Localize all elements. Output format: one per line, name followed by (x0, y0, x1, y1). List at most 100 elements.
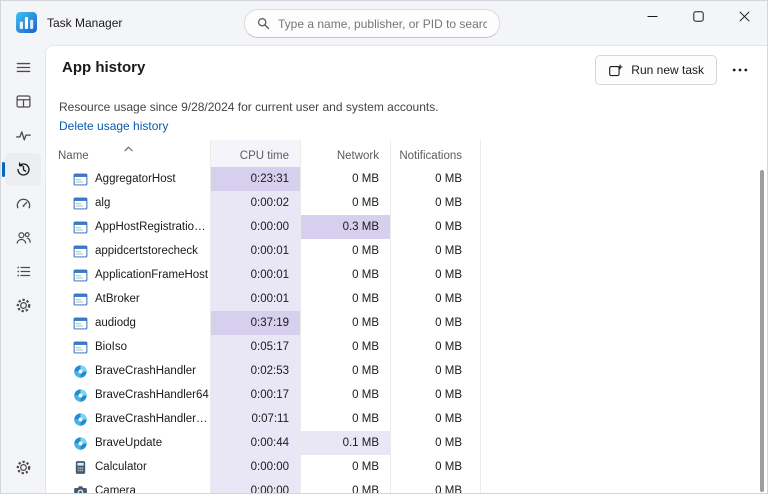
table-row[interactable]: AggregatorHost 0:23:31 0 MB 0 MB (54, 167, 767, 191)
notifications-cell: 0 MB (391, 239, 481, 263)
cpu-time-cell: 0:02:53 (211, 359, 301, 383)
brave-icon (73, 388, 88, 403)
app-history-table: Name CPU time Network Notifications Aggr… (54, 140, 767, 493)
brave-icon (73, 364, 88, 379)
app-name: BraveCrashHandlerArm… (95, 413, 210, 425)
table-row[interactable]: BraveCrashHandler 0:02:53 0 MB 0 MB (54, 359, 767, 383)
table-row[interactable]: BioIso 0:05:17 0 MB 0 MB (54, 335, 767, 359)
table-row[interactable]: BraveCrashHandlerArm… 0:07:11 0 MB 0 MB (54, 407, 767, 431)
name-cell: AppHostRegistrationVe… (54, 215, 211, 239)
brave-icon (73, 412, 88, 427)
task-manager-logo-icon (16, 12, 37, 33)
app-name: BraveUpdate (95, 437, 162, 449)
table-row[interactable]: audiodg 0:37:19 0 MB 0 MB (54, 311, 767, 335)
table-row[interactable]: ApplicationFrameHost 0:00:01 0 MB 0 MB (54, 263, 767, 287)
sidebar-item-details[interactable] (5, 255, 41, 288)
network-cell: 0 MB (301, 191, 391, 215)
app-icon (73, 220, 88, 235)
sidebar-item-performance[interactable] (5, 119, 41, 152)
sidebar-item-users[interactable] (5, 221, 41, 254)
performance-icon (15, 127, 32, 144)
titlebar: Task Manager (1, 1, 767, 45)
run-new-task-button[interactable]: Run new task (595, 55, 717, 85)
run-new-task-label: Run new task (631, 63, 704, 77)
name-cell: Calculator (54, 455, 211, 479)
ellipsis-icon (732, 68, 748, 72)
services-icon (15, 297, 32, 314)
task-manager-window: Task Manager (0, 0, 768, 494)
row-filler (481, 479, 767, 493)
navigation-menu-button[interactable] (5, 51, 41, 84)
cpu-time-cell: 0:00:01 (211, 239, 301, 263)
search-input[interactable] (278, 17, 487, 31)
table-header: Name CPU time Network Notifications (54, 140, 767, 167)
delete-usage-history-link[interactable]: Delete usage history (59, 119, 168, 133)
table-row[interactable]: Calculator 0:00:00 0 MB 0 MB (54, 455, 767, 479)
minimize-button[interactable] (629, 1, 675, 31)
column-header-notifications[interactable]: Notifications (391, 140, 481, 167)
table-row[interactable]: appidcertstorecheck 0:00:01 0 MB 0 MB (54, 239, 767, 263)
app-name: audiodg (95, 317, 136, 329)
row-filler (481, 335, 767, 359)
row-filler (481, 455, 767, 479)
sidebar-item-startup-apps[interactable] (5, 187, 41, 220)
sidebar-item-processes[interactable] (5, 85, 41, 118)
table-row[interactable]: BraveCrashHandler64 0:00:17 0 MB 0 MB (54, 383, 767, 407)
notifications-cell: 0 MB (391, 287, 481, 311)
close-button[interactable] (721, 1, 767, 31)
hamburger-menu-icon (15, 59, 32, 76)
notifications-cell: 0 MB (391, 191, 481, 215)
vertical-scrollbar[interactable] (760, 170, 764, 492)
network-cell: 0 MB (301, 479, 391, 493)
app-name: BioIso (95, 341, 127, 353)
network-cell: 0.3 MB (301, 215, 391, 239)
table-row[interactable]: AtBroker 0:00:01 0 MB 0 MB (54, 287, 767, 311)
cpu-time-cell: 0:00:01 (211, 287, 301, 311)
column-header-network[interactable]: Network (301, 140, 391, 167)
table-row[interactable]: Camera 0:00:00 0 MB 0 MB (54, 479, 767, 493)
notifications-cell: 0 MB (391, 263, 481, 287)
maximize-button[interactable] (675, 1, 721, 31)
column-header-cpu-time[interactable]: CPU time (211, 140, 301, 167)
cpu-time-cell: 0:05:17 (211, 335, 301, 359)
more-options-button[interactable] (723, 55, 757, 85)
network-cell: 0 MB (301, 239, 391, 263)
name-cell: AggregatorHost (54, 167, 211, 191)
notifications-cell: 0 MB (391, 431, 481, 455)
table-row[interactable]: AppHostRegistrationVe… 0:00:00 0.3 MB 0 … (54, 215, 767, 239)
app-icon (73, 268, 88, 283)
row-filler (481, 167, 767, 191)
name-cell: appidcertstorecheck (54, 239, 211, 263)
network-cell: 0 MB (301, 407, 391, 431)
app-icon (73, 244, 88, 259)
app-icon (73, 172, 88, 187)
sidebar-item-app-history[interactable] (5, 153, 41, 186)
name-cell: BraveCrashHandler64 (54, 383, 211, 407)
sidebar-item-settings[interactable] (5, 451, 41, 484)
cpu-time-cell: 0:00:17 (211, 383, 301, 407)
table-row[interactable]: alg 0:00:02 0 MB 0 MB (54, 191, 767, 215)
cpu-time-cell: 0:37:19 (211, 311, 301, 335)
search-icon (257, 17, 270, 30)
table-row[interactable]: BraveUpdate 0:00:44 0.1 MB 0 MB (54, 431, 767, 455)
search-box[interactable] (244, 9, 500, 38)
app-name: AppHostRegistrationVe… (95, 221, 210, 233)
cpu-time-cell: 0:00:00 (211, 215, 301, 239)
row-filler (481, 359, 767, 383)
notifications-cell: 0 MB (391, 479, 481, 493)
network-cell: 0 MB (301, 263, 391, 287)
cpu-time-cell: 0:00:00 (211, 479, 301, 493)
notifications-cell: 0 MB (391, 455, 481, 479)
startup-apps-icon (15, 195, 32, 212)
name-cell: AtBroker (54, 287, 211, 311)
sidebar-item-services[interactable] (5, 289, 41, 322)
name-cell: BraveCrashHandler (54, 359, 211, 383)
notifications-cell: 0 MB (391, 311, 481, 335)
app-name: BraveCrashHandler64 (95, 389, 209, 401)
notifications-cell: 0 MB (391, 359, 481, 383)
row-filler (481, 431, 767, 455)
app-name: AggregatorHost (95, 173, 176, 185)
window-controls (629, 1, 767, 31)
name-cell: BraveCrashHandlerArm… (54, 407, 211, 431)
network-cell: 0 MB (301, 287, 391, 311)
